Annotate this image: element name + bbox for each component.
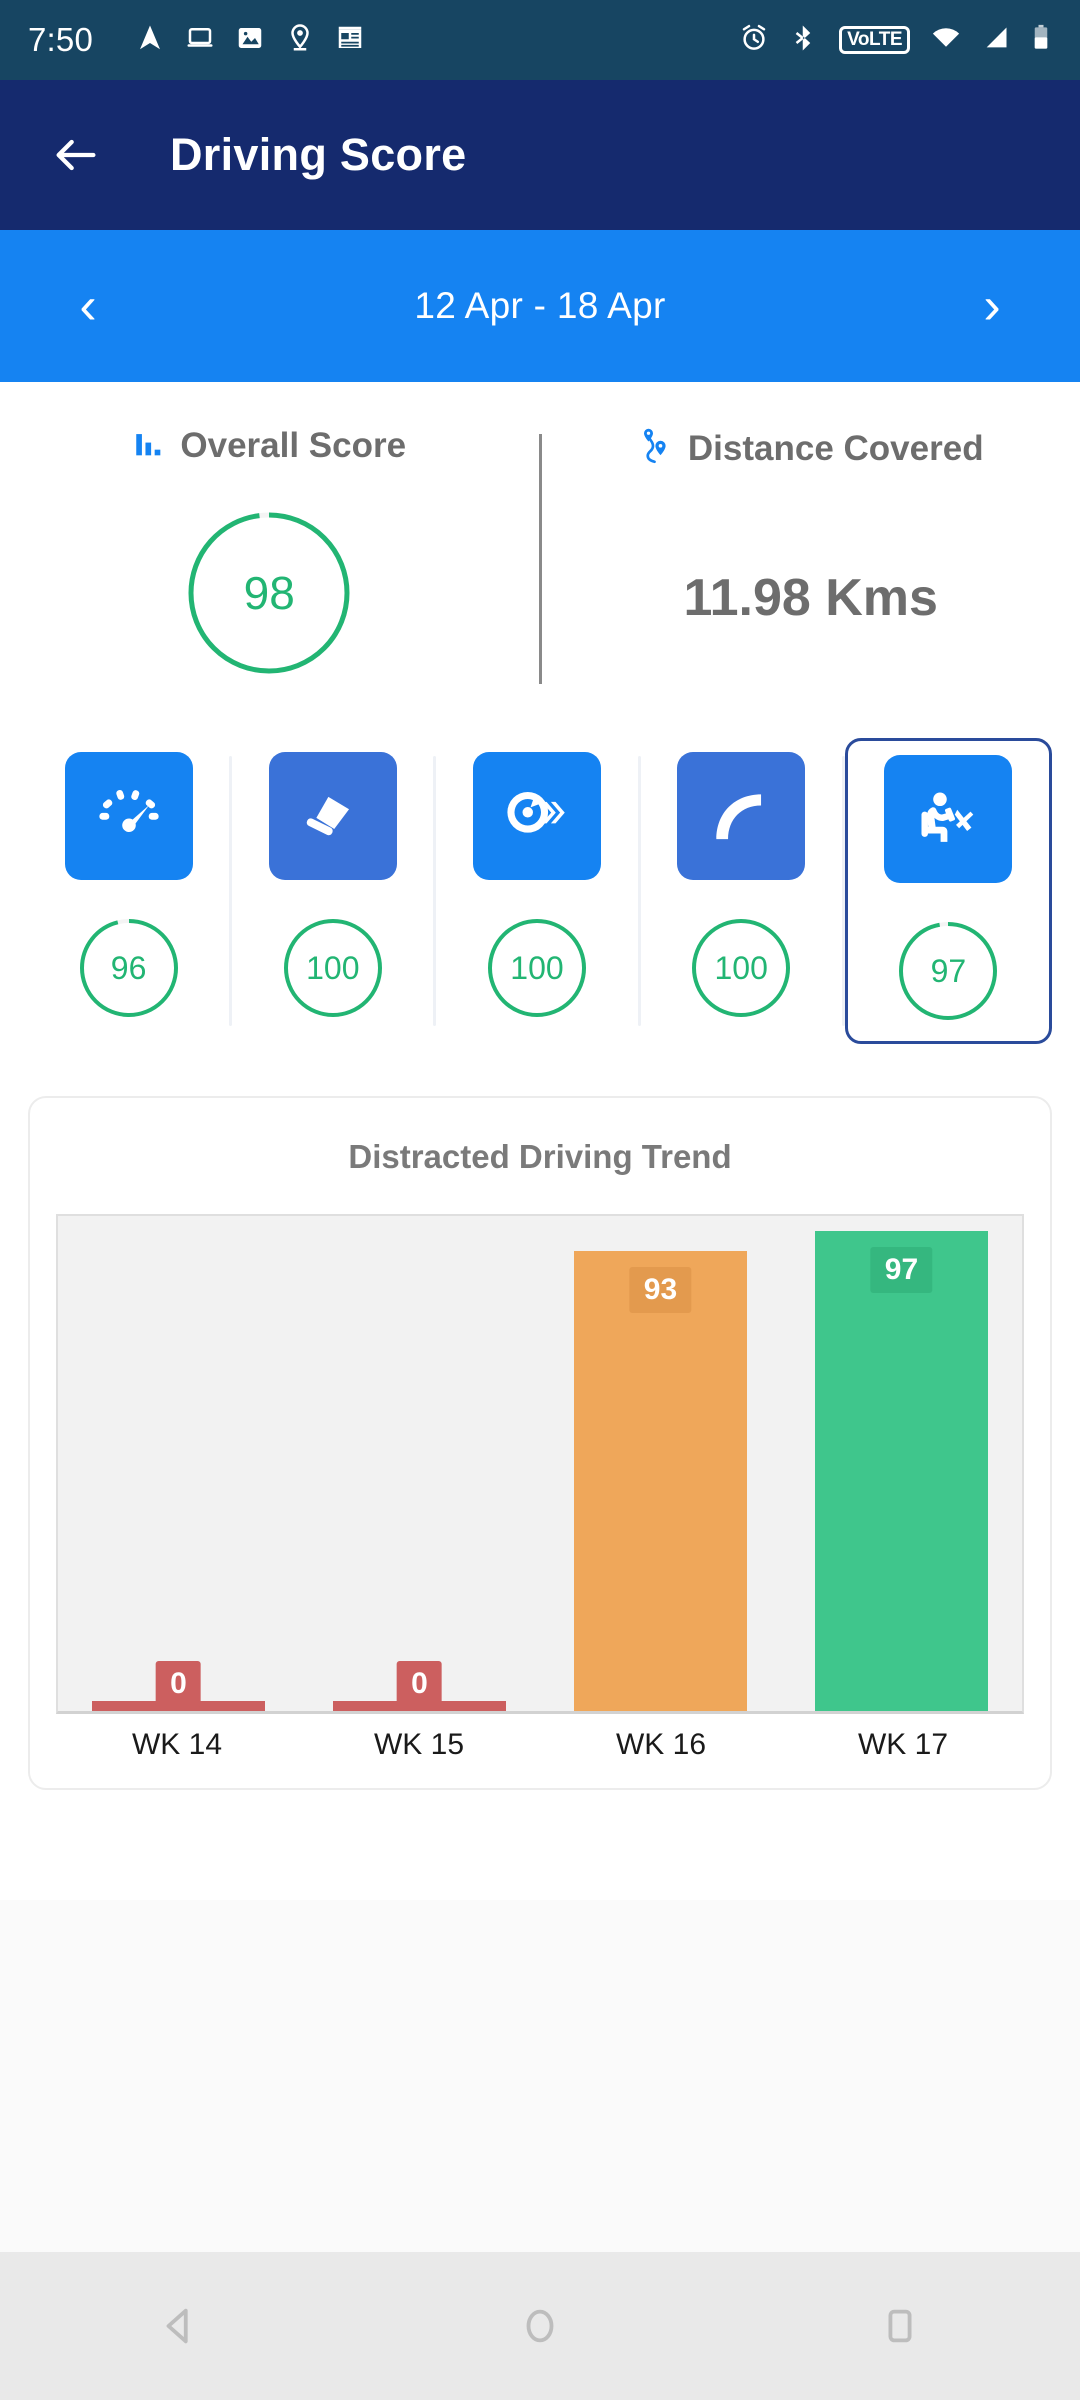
chart-title: Distracted Driving Trend	[348, 1138, 732, 1175]
metric-distracted-driving[interactable]: 97	[844, 738, 1053, 1044]
location-pin-icon	[285, 23, 315, 58]
metric-score-ring: 97	[896, 919, 1000, 1023]
metrics-row: 96 100 100 100 97	[0, 738, 1080, 1044]
chart-bar-label: 0	[397, 1661, 442, 1707]
chart-bar-slot[interactable]: 0	[58, 1216, 299, 1711]
metric-score-value: 100	[306, 949, 360, 986]
chart-x-tick: WK 16	[615, 1728, 707, 1761]
metric-score-value: 100	[510, 949, 564, 986]
news-icon	[335, 23, 365, 58]
overall-score-block: Overall Score 98	[0, 426, 539, 684]
back-triangle-icon[interactable]	[120, 2276, 240, 2376]
wifi-icon	[930, 23, 962, 58]
overall-score-ring: 98	[184, 508, 354, 678]
chart-bar-slot[interactable]: 97	[781, 1216, 1022, 1711]
summary-section: Overall Score 98 Distance Covered 11.98 …	[0, 382, 1080, 684]
chart-x-tick: WK 15	[373, 1728, 465, 1761]
distance-covered-header: Distance Covered	[638, 426, 984, 471]
chart-bar-label: 93	[629, 1266, 692, 1313]
distance-covered-title: Distance Covered	[687, 428, 984, 468]
back-arrow-icon[interactable]	[50, 129, 102, 181]
recents-square-icon[interactable]	[840, 2276, 960, 2376]
app-bar: Driving Score	[0, 80, 1080, 230]
status-bar-clock: 7:50	[28, 21, 94, 58]
android-nav-bar	[0, 2252, 1080, 2400]
laptop-icon	[185, 23, 215, 58]
volte-icon: VoLTE	[839, 26, 910, 54]
alarm-icon	[739, 23, 769, 58]
overall-score-body: 98	[184, 508, 354, 678]
distance-covered-value: 11.98 Kms	[683, 569, 938, 627]
overall-score-header: Overall Score	[132, 426, 406, 466]
metric-cornering[interactable]: 100	[641, 738, 842, 1044]
cellular-signal-icon	[982, 23, 1010, 58]
chart-bar[interactable]: 0	[91, 1661, 266, 1711]
chart-bar-fill	[573, 1250, 748, 1711]
chart-bar[interactable]: 0	[332, 1661, 507, 1711]
chart-bar-label: 97	[870, 1246, 933, 1293]
page-title: Driving Score	[170, 129, 467, 180]
distracted-driving-trend-card: Distracted Driving Trend 0 0 93 97 WK 14 WK …	[28, 1096, 1052, 1790]
week-selector: ‹ 12 Apr - 18 Apr ›	[0, 230, 1080, 382]
chart-bar-slot[interactable]: 0	[299, 1216, 540, 1711]
curved-road-icon-tile	[677, 752, 806, 880]
page-filler	[0, 1900, 1080, 2252]
chart-bar[interactable]: 93	[573, 1250, 748, 1711]
bar-chart-icon	[132, 427, 166, 466]
metric-score-value: 97	[930, 952, 967, 989]
brake-pedal-icon-tile	[268, 752, 397, 880]
distracted-driver-icon-tile	[884, 755, 1013, 883]
status-bar: 7:50 VoLTE	[0, 0, 1080, 80]
next-week-button[interactable]: ›	[962, 280, 1022, 332]
route-pin-icon	[638, 426, 674, 471]
bluetooth-icon	[789, 23, 819, 58]
chart-plot-area: 0 0 93 97	[56, 1214, 1024, 1714]
chart-x-tick: WK 17	[857, 1728, 949, 1761]
metric-harsh-acceleration[interactable]: 100	[436, 738, 637, 1044]
chart-bar-fill	[814, 1230, 989, 1711]
metric-score-ring: 100	[689, 916, 793, 1020]
acceleration-icon-tile	[473, 752, 601, 880]
navigation-icon	[135, 23, 165, 58]
home-circle-icon[interactable]	[480, 2276, 600, 2376]
metric-score-ring: 100	[281, 916, 385, 1020]
chart-x-tick: WK 14	[131, 1728, 223, 1761]
image-icon	[235, 23, 265, 58]
metric-score-ring: 100	[485, 916, 589, 1020]
overall-score-title: Overall Score	[180, 426, 407, 465]
chart-bar-label: 0	[156, 1661, 201, 1707]
battery-icon	[1030, 23, 1052, 58]
speedometer-icon-tile	[64, 752, 193, 880]
overall-score-value: 98	[243, 567, 295, 619]
chart-x-axis: WK 14 WK 15 WK 16 WK 17	[56, 1728, 1024, 1762]
metric-score-value: 100	[714, 949, 768, 986]
chart-bar[interactable]: 97	[814, 1230, 989, 1711]
week-range-label: 12 Apr - 18 Apr	[414, 285, 666, 326]
metric-score-value: 96	[110, 949, 147, 986]
metric-overspeeding[interactable]: 96	[28, 738, 229, 1044]
distance-covered-block: Distance Covered 11.98 Kms	[542, 426, 1080, 684]
status-bar-left: 7:50	[28, 21, 739, 59]
previous-week-button[interactable]: ‹	[58, 280, 118, 332]
status-bar-right: VoLTE	[739, 23, 1052, 58]
distance-covered-body: 11.98 Kms	[684, 513, 938, 683]
metric-score-ring: 96	[77, 916, 181, 1020]
metric-harsh-braking[interactable]: 100	[232, 738, 433, 1044]
chart-bar-slot[interactable]: 93	[540, 1216, 781, 1711]
